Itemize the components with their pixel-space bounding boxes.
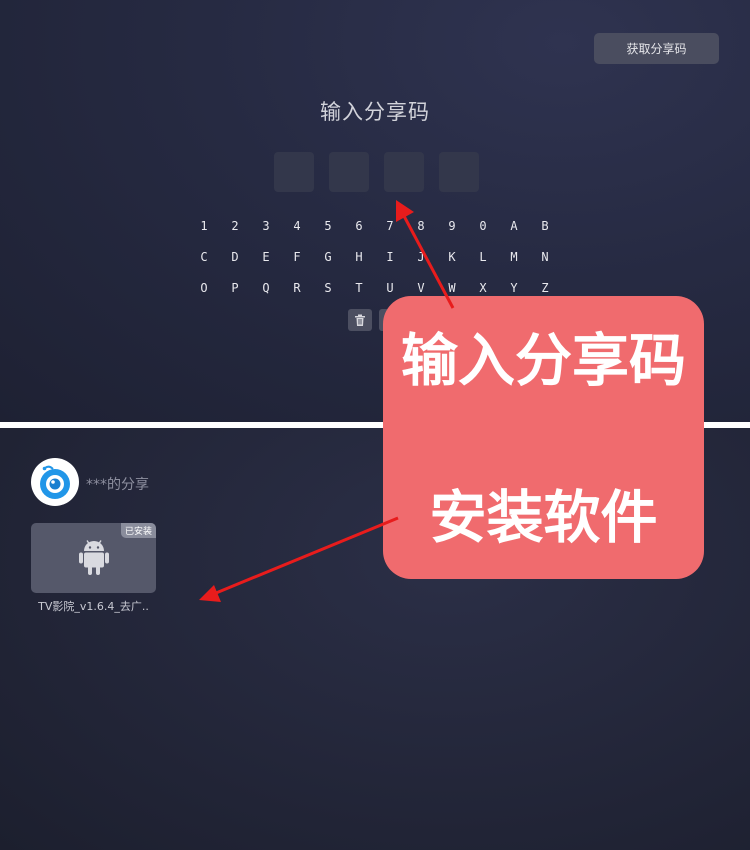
arrow-to-app xyxy=(215,516,399,595)
annotation-arrows xyxy=(199,200,455,602)
arrow-to-code xyxy=(402,215,455,309)
